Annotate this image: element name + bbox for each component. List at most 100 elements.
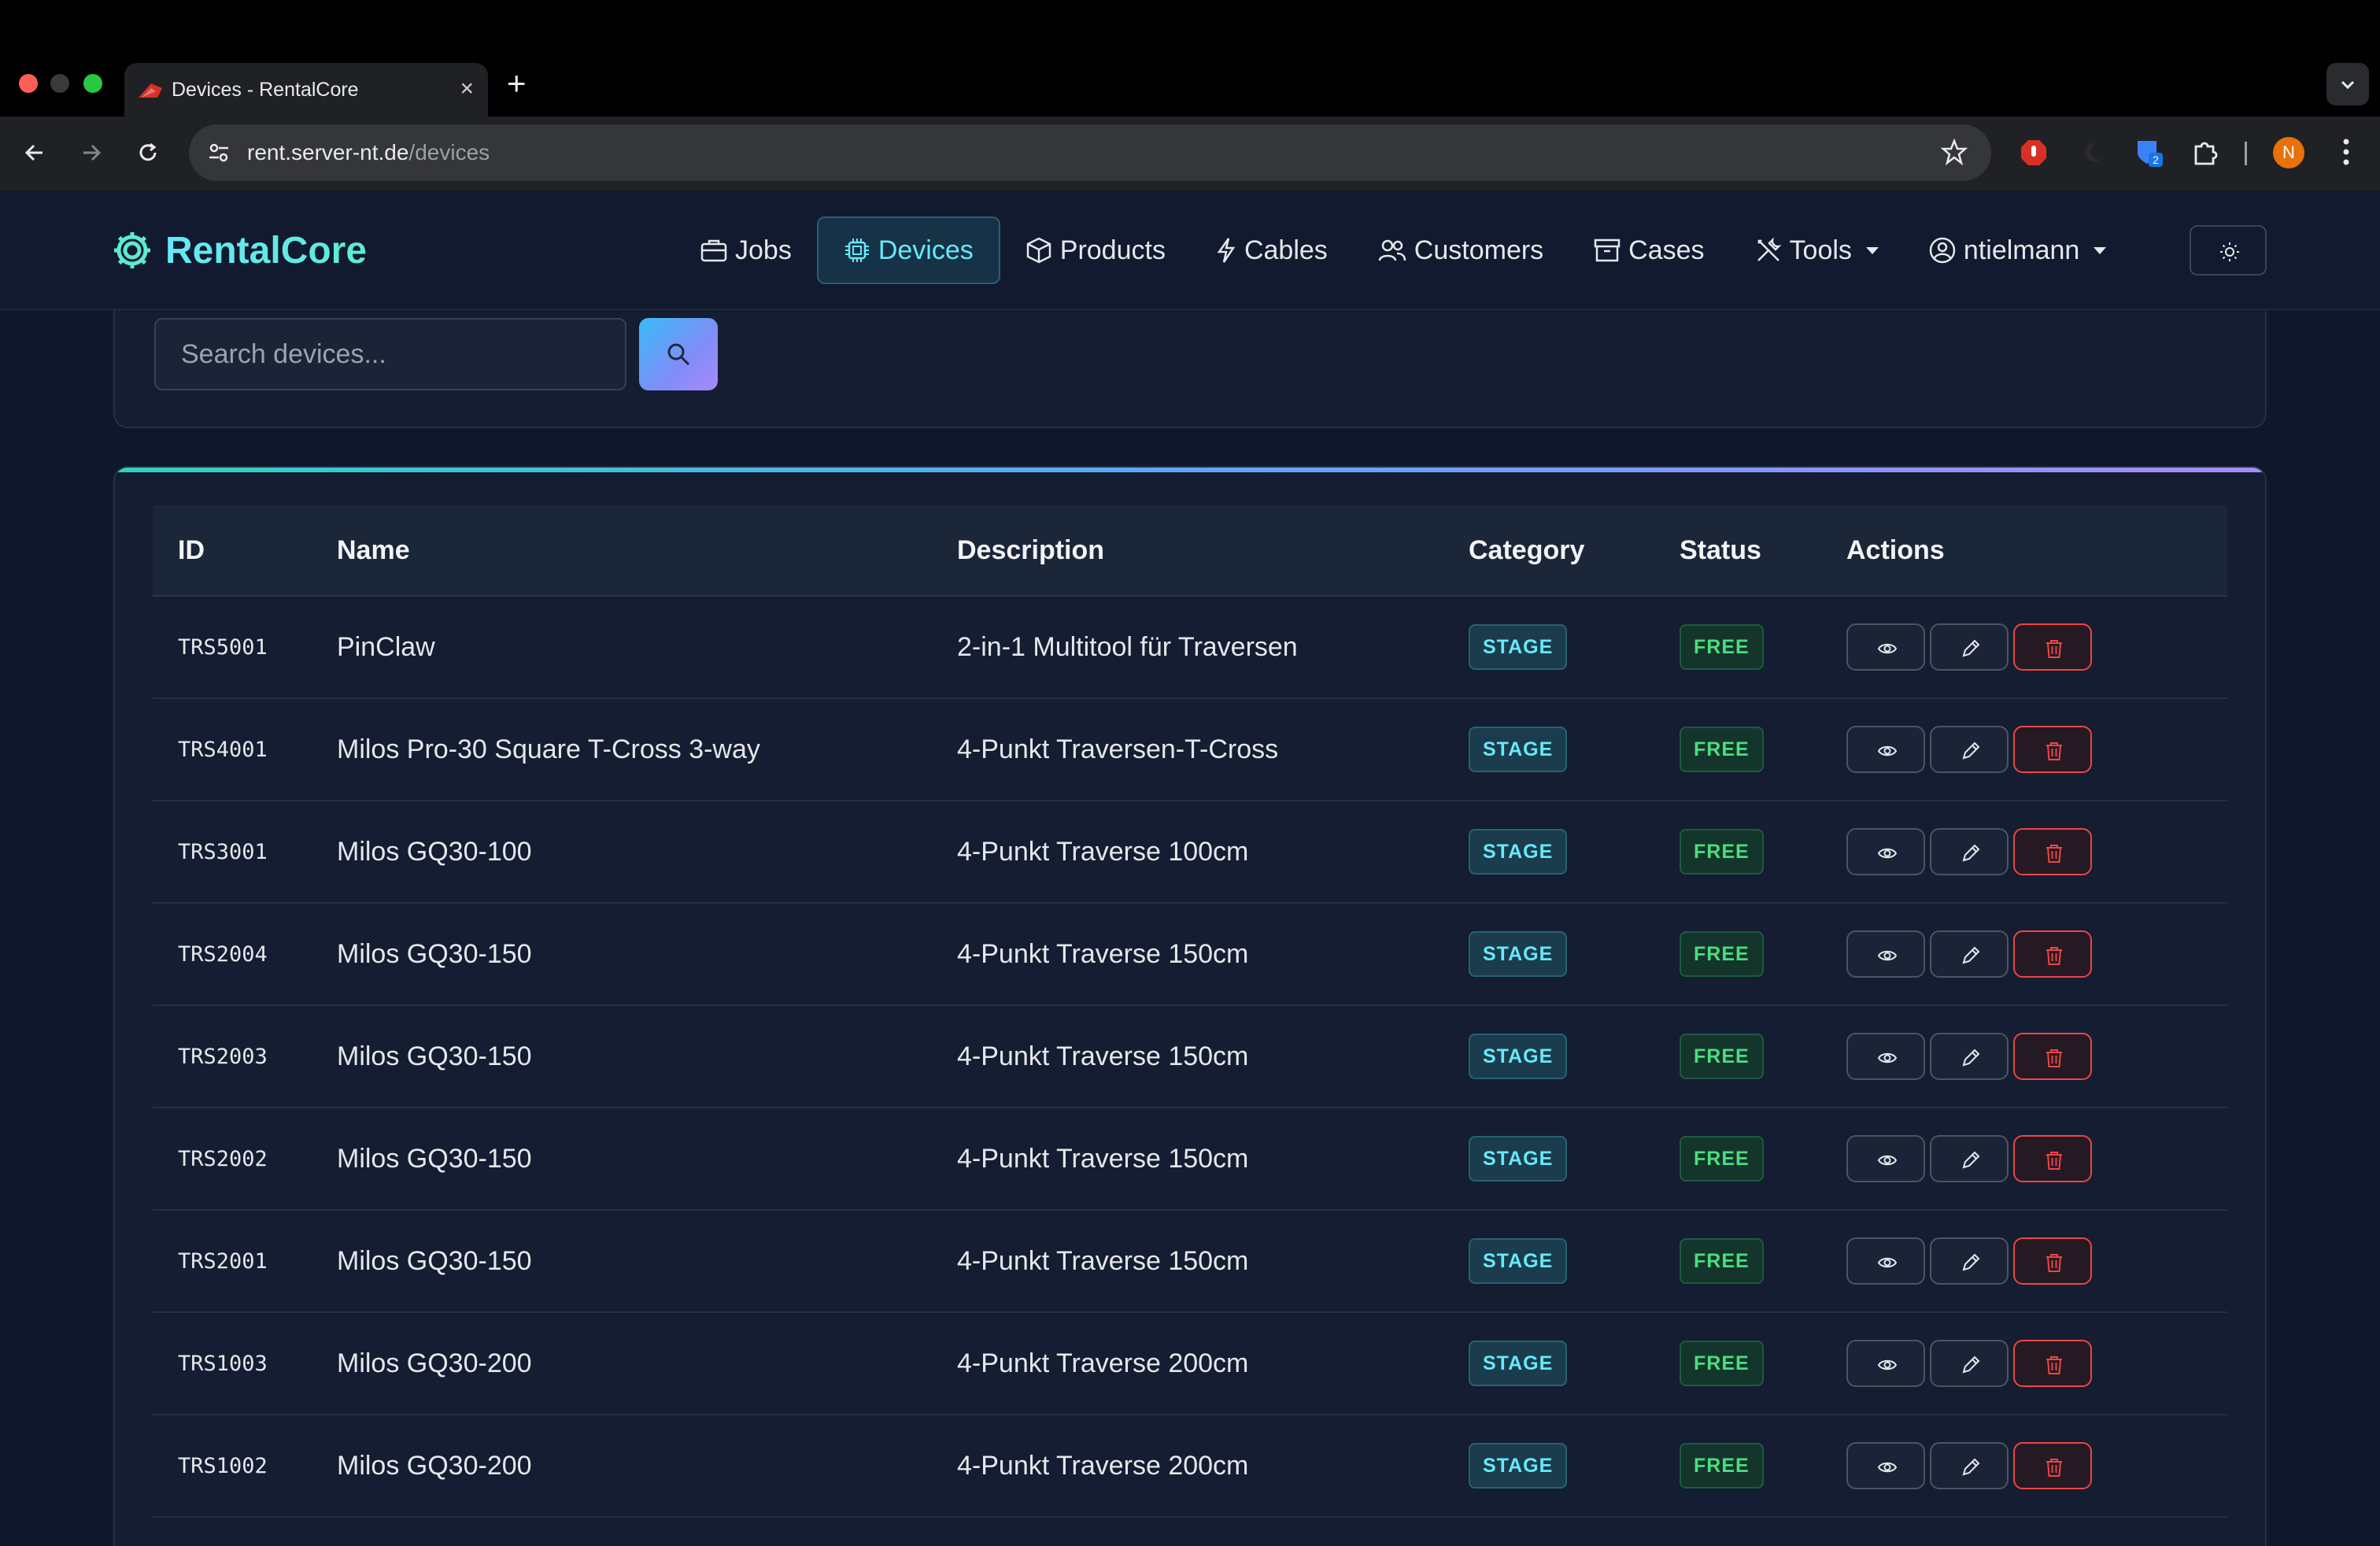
column-header-category[interactable]: Category bbox=[1469, 535, 1680, 566]
view-button[interactable] bbox=[1846, 828, 1925, 875]
brand-logo[interactable]: RentalCore bbox=[112, 224, 367, 277]
back-button[interactable] bbox=[14, 132, 55, 173]
view-button[interactable] bbox=[1846, 1442, 1925, 1489]
favicon-icon bbox=[139, 83, 162, 98]
edit-button[interactable] bbox=[1930, 1237, 2009, 1285]
edit-button[interactable] bbox=[1930, 1135, 2009, 1182]
extension-moon-button[interactable] bbox=[2071, 132, 2112, 173]
hand-stop-icon bbox=[2021, 140, 2046, 165]
pencil-icon bbox=[1962, 1151, 1980, 1169]
table-row[interactable]: TRS5001 PinClaw 2-in-1 Multitool für Tra… bbox=[153, 597, 2227, 699]
status-badge: FREE bbox=[1680, 1034, 1764, 1079]
nav-item-products[interactable]: Products bbox=[1000, 216, 1191, 284]
tab-close-icon[interactable]: × bbox=[460, 76, 474, 102]
reload-button[interactable] bbox=[128, 132, 168, 173]
device-id: TRS1003 bbox=[178, 1351, 268, 1376]
nav-item-customers[interactable]: Customers bbox=[1353, 216, 1569, 284]
delete-button[interactable] bbox=[2013, 1442, 2092, 1489]
theme-toggle-button[interactable] bbox=[2190, 225, 2267, 276]
extension-bitwarden-button[interactable]: 2 bbox=[2128, 132, 2169, 173]
device-description: 4-Punkt Traversen-T-Cross bbox=[957, 734, 1279, 764]
profile-avatar[interactable]: N bbox=[2273, 137, 2304, 168]
view-button[interactable] bbox=[1846, 1033, 1925, 1080]
view-button[interactable] bbox=[1846, 930, 1925, 978]
tab-title: Devices - RentalCore bbox=[172, 79, 359, 101]
delete-button[interactable] bbox=[2013, 726, 2092, 773]
app-header: RentalCore Jobs Devices Products Cables … bbox=[0, 190, 2380, 310]
delete-button[interactable] bbox=[2013, 623, 2092, 671]
new-tab-button[interactable]: + bbox=[507, 65, 527, 102]
table-row[interactable]: TRS1003 Milos GQ30-200 4-Punkt Traverse … bbox=[153, 1313, 2227, 1415]
bookmark-star-icon[interactable] bbox=[1941, 139, 1968, 165]
view-button[interactable] bbox=[1846, 1135, 1925, 1182]
column-header-description[interactable]: Description bbox=[957, 535, 1469, 566]
delete-button[interactable] bbox=[2013, 828, 2092, 875]
table-row[interactable]: TRS1002 Milos GQ30-200 4-Punkt Traverse … bbox=[153, 1415, 2227, 1518]
table-row[interactable]: TRS2004 Milos GQ30-150 4-Punkt Traverse … bbox=[153, 904, 2227, 1006]
window-maximize-button[interactable] bbox=[83, 74, 102, 93]
table-row[interactable]: TRS2001 Milos GQ30-150 4-Punkt Traverse … bbox=[153, 1211, 2227, 1313]
category-badge: STAGE bbox=[1469, 624, 1568, 670]
table-row[interactable]: TRS4001 Milos Pro-30 Square T-Cross 3-wa… bbox=[153, 699, 2227, 801]
edit-button[interactable] bbox=[1930, 1442, 2009, 1489]
delete-button[interactable] bbox=[2013, 1237, 2092, 1285]
window-minimize-button[interactable] bbox=[50, 74, 69, 93]
trash-icon bbox=[2046, 1459, 2062, 1477]
nav-item-tools[interactable]: Tools bbox=[1730, 216, 1904, 284]
status-badge: FREE bbox=[1680, 829, 1764, 875]
column-header-id[interactable]: ID bbox=[153, 535, 337, 566]
view-button[interactable] bbox=[1846, 1237, 1925, 1285]
nav-item-devices[interactable]: Devices bbox=[816, 216, 1000, 284]
puzzle-icon bbox=[2194, 142, 2218, 165]
site-settings-icon[interactable] bbox=[206, 140, 231, 165]
edit-button[interactable] bbox=[1930, 726, 2009, 773]
search-button[interactable] bbox=[639, 318, 718, 390]
table-row[interactable]: TRS3001 Milos GQ30-100 4-Punkt Traverse … bbox=[153, 801, 2227, 904]
delete-button[interactable] bbox=[2013, 1033, 2092, 1080]
address-bar[interactable]: rent.server-nt.de/devices bbox=[189, 124, 1991, 181]
delete-button[interactable] bbox=[2013, 1340, 2092, 1387]
view-button[interactable] bbox=[1846, 1340, 1925, 1387]
extensions-menu-button[interactable] bbox=[2185, 132, 2226, 173]
forward-button[interactable] bbox=[71, 132, 112, 173]
view-button[interactable] bbox=[1846, 623, 1925, 671]
table-row[interactable]: TRS2002 Milos GQ30-150 4-Punkt Traverse … bbox=[153, 1108, 2227, 1211]
tab-search-button[interactable] bbox=[2326, 63, 2369, 105]
device-description: 4-Punkt Traverse 100cm bbox=[957, 836, 1249, 867]
nav-item-cables[interactable]: Cables bbox=[1191, 216, 1353, 284]
search-input[interactable] bbox=[154, 318, 626, 390]
edit-button[interactable] bbox=[1930, 623, 2009, 671]
briefcase-icon bbox=[700, 239, 727, 262]
window-close-button[interactable] bbox=[19, 74, 38, 93]
eye-icon bbox=[1877, 1257, 1898, 1268]
edit-button[interactable] bbox=[1930, 1340, 2009, 1387]
nav-label: Cases bbox=[1628, 235, 1705, 265]
edit-button[interactable] bbox=[1930, 1033, 2009, 1080]
delete-button[interactable] bbox=[2013, 930, 2092, 978]
nav-label: Devices bbox=[878, 235, 974, 265]
nav-item-user[interactable]: ntielmann bbox=[1904, 216, 2131, 284]
delete-button[interactable] bbox=[2013, 1135, 2092, 1182]
pencil-icon bbox=[1962, 639, 1980, 657]
column-header-status[interactable]: Status bbox=[1680, 535, 1846, 566]
column-header-actions: Actions bbox=[1846, 534, 1945, 565]
device-id: TRS1002 bbox=[178, 1453, 268, 1478]
category-badge: STAGE bbox=[1469, 1034, 1568, 1079]
table-row[interactable]: TRS2003 Milos GQ30-150 4-Punkt Traverse … bbox=[153, 1006, 2227, 1108]
nav-item-jobs[interactable]: Jobs bbox=[675, 216, 817, 284]
nav-label: Customers bbox=[1414, 235, 1544, 265]
caret-down-icon bbox=[1865, 246, 1879, 254]
column-header-name[interactable]: Name bbox=[337, 535, 957, 566]
extension-adblock-button[interactable] bbox=[2013, 132, 2054, 173]
edit-button[interactable] bbox=[1930, 828, 2009, 875]
category-badge: STAGE bbox=[1469, 1136, 1568, 1182]
edit-button[interactable] bbox=[1930, 930, 2009, 978]
nav-item-cases[interactable]: Cases bbox=[1569, 216, 1729, 284]
browser-tab-active[interactable]: Devices - RentalCore × bbox=[124, 63, 488, 117]
device-name: Milos GQ30-200 bbox=[337, 1450, 532, 1481]
moon-icon bbox=[2085, 142, 2101, 162]
archive-icon bbox=[1594, 239, 1621, 262]
more-vert-icon[interactable] bbox=[2328, 134, 2364, 170]
view-button[interactable] bbox=[1846, 726, 1925, 773]
trash-icon bbox=[2046, 1152, 2062, 1170]
